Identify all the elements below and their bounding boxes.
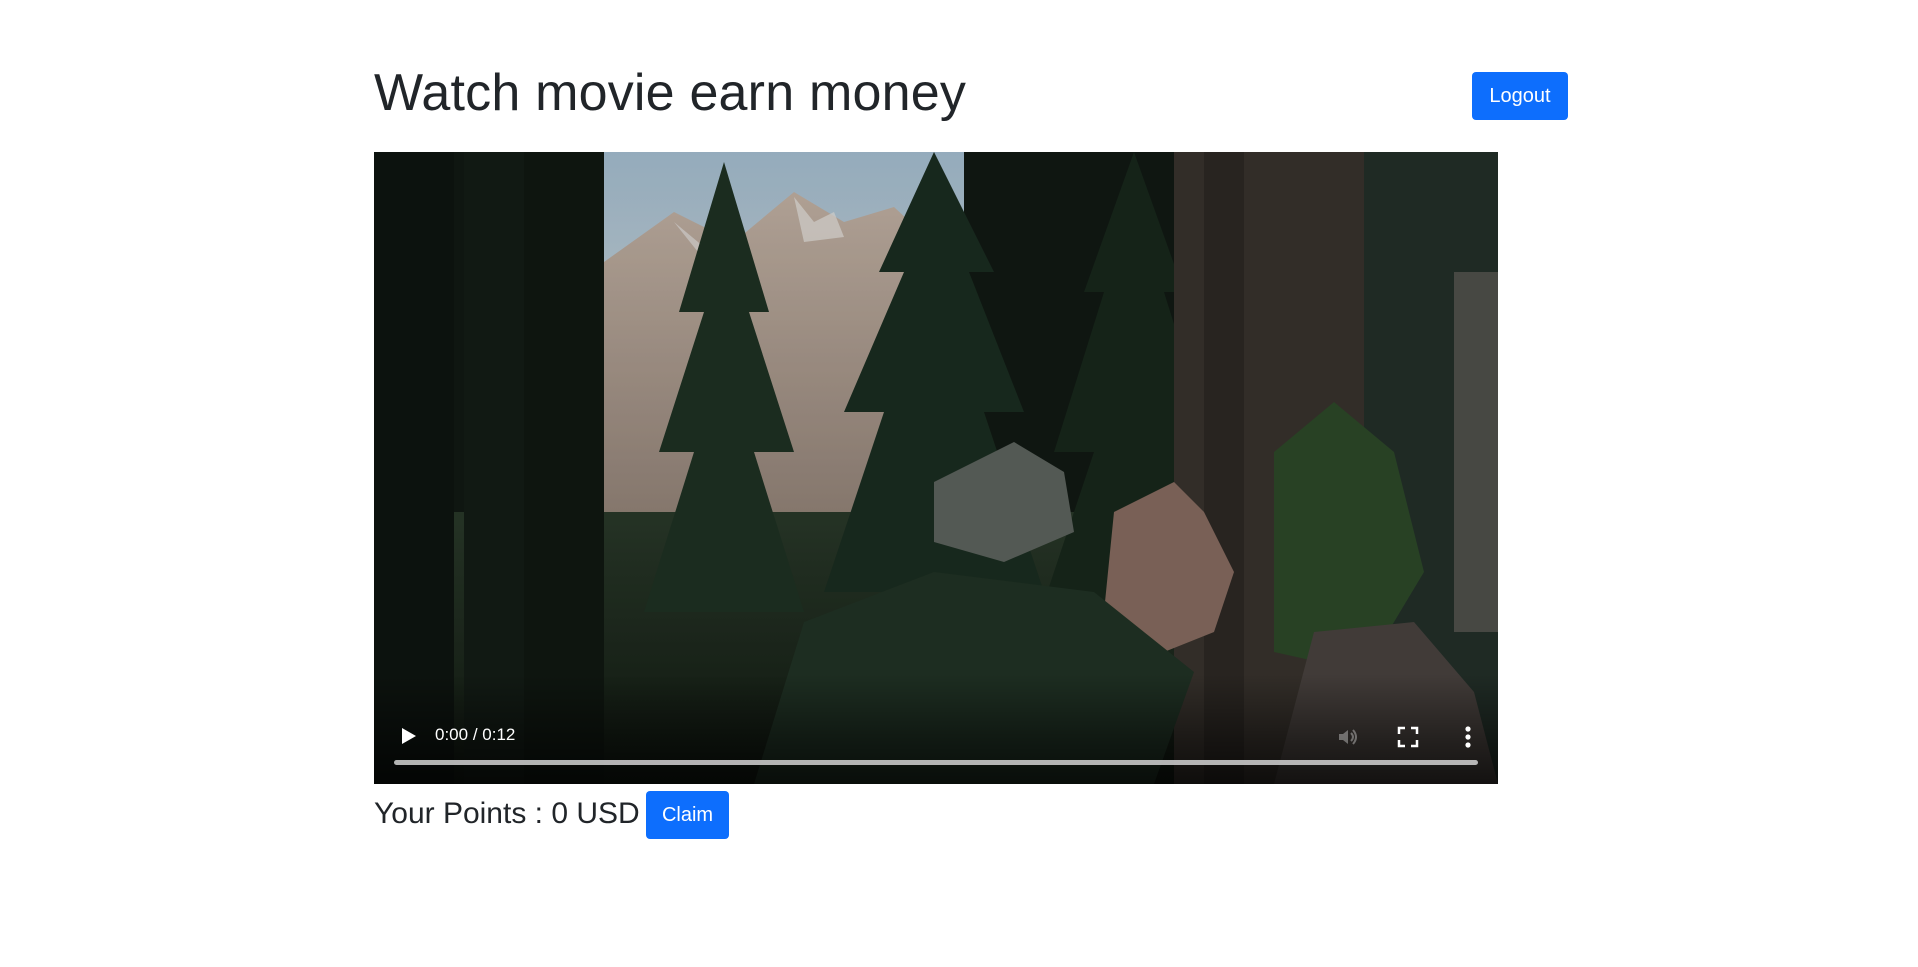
video-controls: 0:00 / 0:12	[374, 674, 1498, 784]
more-vertical-icon[interactable]	[1456, 724, 1480, 750]
volume-icon[interactable]	[1336, 725, 1360, 749]
logout-button[interactable]: Logout	[1472, 72, 1568, 120]
video-time-total: 0:12	[482, 725, 516, 744]
video-progress-bar[interactable]	[394, 760, 1478, 765]
video-time-current: 0:00	[435, 725, 469, 744]
video-time: 0:00 / 0:12	[435, 725, 515, 745]
page-title: Watch movie earn money	[374, 64, 967, 122]
play-icon[interactable]	[398, 726, 418, 746]
claim-button[interactable]: Claim	[646, 791, 729, 839]
video-player[interactable]: 0:00 / 0:12	[374, 152, 1498, 784]
fullscreen-icon[interactable]	[1397, 726, 1419, 748]
points-label: Your Points : 0 USD	[374, 797, 640, 830]
points-row: Your Points : 0 USD	[374, 794, 640, 834]
video-time-separator: /	[468, 725, 483, 744]
